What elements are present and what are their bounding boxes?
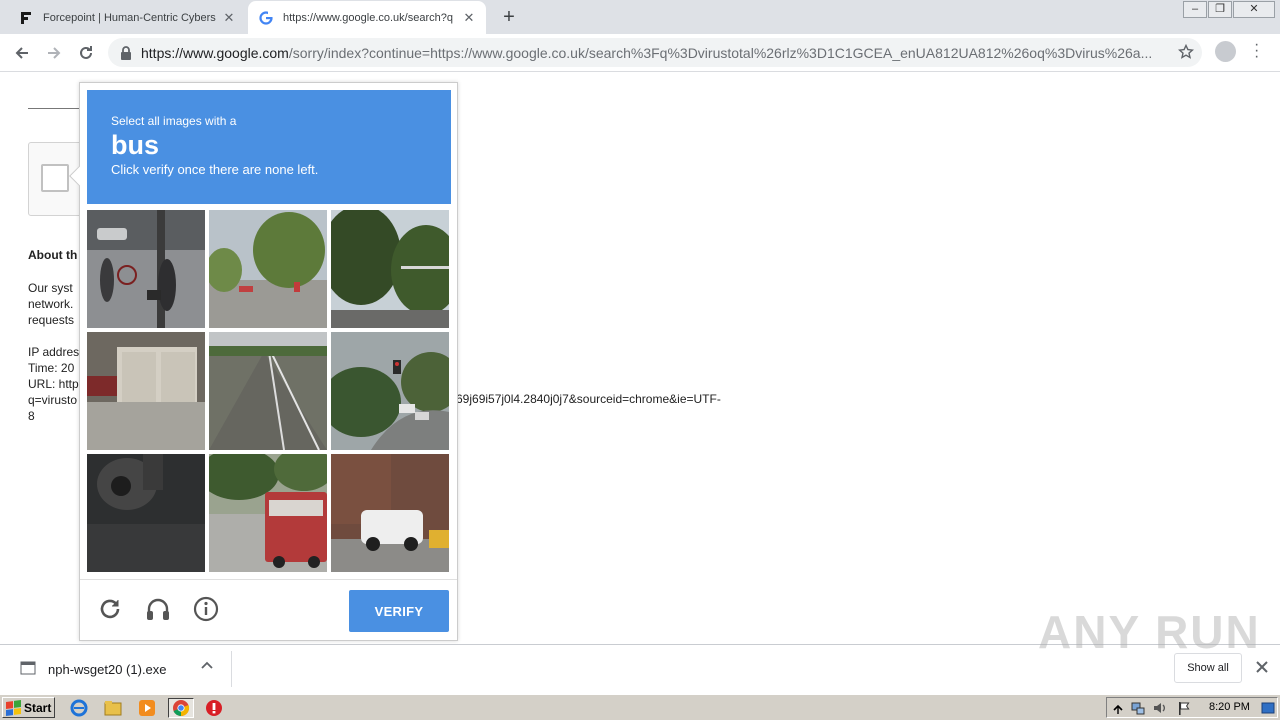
recaptcha-checkbox[interactable]	[41, 164, 69, 192]
para1-line: network.	[28, 297, 74, 311]
audio-challenge-button[interactable]	[143, 594, 173, 624]
chevron-up-icon[interactable]	[199, 658, 215, 674]
opera-icon[interactable]	[204, 698, 224, 718]
bookmark-star-icon[interactable]	[1177, 43, 1195, 65]
image-tile[interactable]	[209, 332, 327, 450]
reload-button[interactable]	[75, 42, 97, 64]
new-tab-button[interactable]: +	[498, 6, 520, 28]
image-tile[interactable]	[331, 210, 449, 328]
google-icon	[258, 10, 274, 26]
url-tail-text: 69j69i57j0l4.2840j0j7&sourceid=chrome&ie…	[456, 392, 721, 406]
window-close-button[interactable]: ✕	[1233, 1, 1275, 18]
image-tile[interactable]	[331, 332, 449, 450]
network-icon[interactable]	[1131, 701, 1145, 715]
restore-button[interactable]: ❐	[1208, 1, 1232, 18]
para2-line: URL: http	[28, 377, 79, 391]
image-grid	[87, 210, 451, 574]
tab-title: https://www.google.co.uk/search?q	[283, 11, 453, 24]
folder-icon[interactable]	[103, 698, 123, 718]
windows-logo-icon	[6, 699, 21, 716]
url-text: https://www.google.com/sorry/index?conti…	[141, 44, 1153, 61]
back-arrow-icon	[15, 47, 28, 59]
reload-icon	[80, 46, 92, 59]
start-button[interactable]: Start	[2, 697, 55, 718]
windows-taskbar: Start 8:20 PM	[0, 694, 1280, 720]
system-tray: 8:20 PM	[1106, 697, 1278, 718]
anyrun-watermark: ANY RUN	[1038, 606, 1261, 658]
recaptcha-challenge: Select all images with a bus Click verif…	[69, 82, 458, 641]
forcepoint-icon	[18, 10, 34, 26]
para2-line: IP addres	[28, 345, 80, 359]
about-heading: About th	[28, 248, 78, 262]
challenge-header: Select all images with a bus Click verif…	[87, 90, 451, 204]
tab-strip: Forcepoint | Human-Centric Cyberse ✕ htt…	[0, 0, 1280, 34]
para2-line: q=virusto	[28, 393, 78, 407]
divider	[231, 651, 232, 687]
address-bar[interactable]: https://www.google.com/sorry/index?conti…	[108, 38, 1202, 67]
chrome-taskbar-icon[interactable]	[168, 698, 194, 718]
image-tile[interactable]	[87, 332, 205, 450]
tab-forcepoint[interactable]: Forcepoint | Human-Centric Cyberse ✕	[8, 1, 246, 34]
reload-challenge-button[interactable]	[95, 594, 125, 624]
close-icon[interactable]	[1255, 660, 1269, 674]
image-tile[interactable]	[209, 210, 327, 328]
show-desktop-icon[interactable]	[1261, 701, 1275, 715]
image-tile[interactable]	[209, 454, 327, 572]
para1-line: Our syst	[28, 281, 73, 295]
internet-explorer-icon[interactable]	[69, 698, 89, 718]
browser-toolbar: https://www.google.com/sorry/index?conti…	[0, 34, 1280, 72]
reload-icon	[100, 599, 120, 619]
image-tile[interactable]	[87, 454, 205, 572]
back-button[interactable]	[11, 42, 33, 64]
tab-close-icon[interactable]: ✕	[462, 10, 476, 26]
action-center-flag-icon[interactable]	[1177, 701, 1191, 715]
image-tile[interactable]	[87, 210, 205, 328]
volume-icon[interactable]	[1153, 701, 1167, 715]
tab-title: Forcepoint | Human-Centric Cyberse	[43, 11, 216, 24]
image-tile[interactable]	[331, 454, 449, 572]
menu-dots-icon[interactable]: · · ·	[1254, 37, 1262, 65]
tab-google-search[interactable]: https://www.google.co.uk/search?q ✕	[248, 1, 486, 34]
media-player-icon[interactable]	[137, 698, 157, 718]
profile-avatar-icon[interactable]	[1215, 41, 1236, 62]
chevron-up-icon[interactable]	[1111, 701, 1125, 715]
verify-button[interactable]: VERIFY	[349, 590, 449, 632]
download-file-name[interactable]: nph-wsget20 (1).exe	[48, 662, 167, 677]
instruction-line: Click verify once there are none left.	[111, 162, 319, 177]
target-word: bus	[111, 130, 160, 160]
audio-challenge-icon	[147, 598, 169, 620]
forward-button[interactable]	[43, 42, 65, 64]
instruction-line: Select all images with a	[111, 114, 237, 128]
forward-arrow-icon	[48, 47, 61, 59]
minimize-button[interactable]: –	[1183, 1, 1207, 18]
info-icon	[193, 596, 219, 622]
clock[interactable]: 8:20 PM	[1209, 701, 1250, 713]
tab-close-icon[interactable]: ✕	[222, 10, 236, 26]
help-button[interactable]	[191, 594, 221, 624]
exe-file-icon	[20, 660, 36, 676]
start-label: Start	[24, 700, 52, 715]
para1-line: requests	[28, 313, 75, 327]
challenge-footer: VERIFY	[80, 579, 457, 641]
lock-icon	[120, 45, 134, 60]
para2-line: Time: 20	[28, 361, 75, 375]
para2-line: 8	[28, 409, 35, 423]
